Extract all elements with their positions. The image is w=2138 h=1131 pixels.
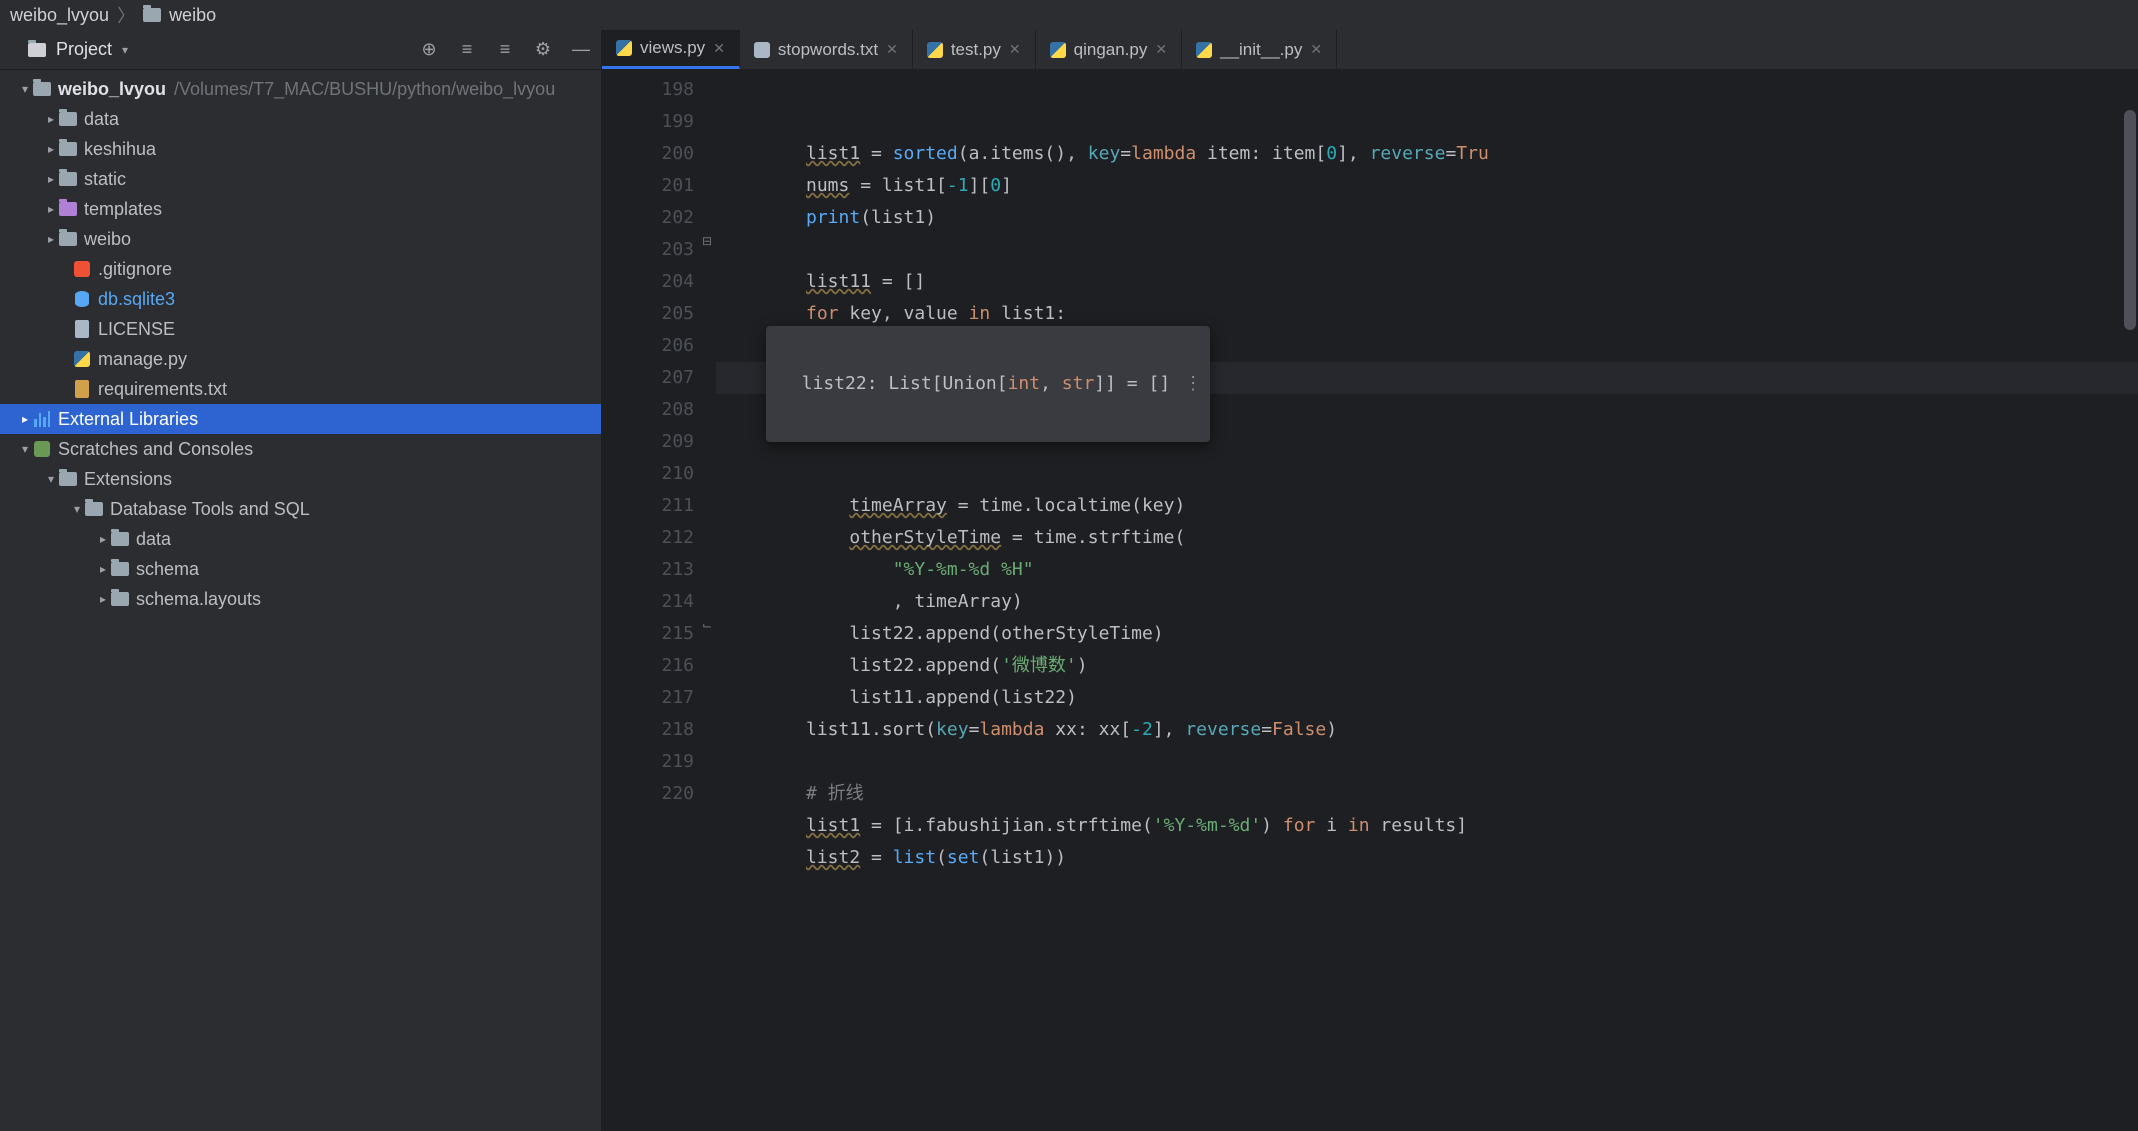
tab-qingan[interactable]: qingan.py✕ <box>1036 30 1182 69</box>
chevron-right-icon: 〉 <box>117 2 135 28</box>
breadcrumb-root[interactable]: weibo_lvyou <box>10 5 109 26</box>
project-sidebar: Project ▾ ⊕ ≡ ≡ ⚙ — weibo_lvyou /Volumes… <box>0 30 602 1131</box>
locate-icon[interactable]: ⊕ <box>419 40 439 60</box>
tree-folder-data[interactable]: data <box>0 104 601 134</box>
tab-test[interactable]: test.py✕ <box>913 30 1036 69</box>
expand-all-icon[interactable]: ≡ <box>457 40 477 60</box>
close-icon[interactable]: ✕ <box>1009 41 1021 58</box>
tab-init[interactable]: __init__.py✕ <box>1182 30 1337 69</box>
tree-root-path: /Volumes/T7_MAC/BUSHU/python/weibo_lvyou <box>174 74 555 104</box>
project-tool-header: Project ▾ ⊕ ≡ ≡ ⚙ — <box>0 30 601 70</box>
folder-icon <box>143 8 161 22</box>
line-gutter: 1981992002012022032042052062072082092102… <box>602 70 702 1131</box>
tree-file-manage[interactable]: manage.py <box>0 344 601 374</box>
tree-root[interactable]: weibo_lvyou /Volumes/T7_MAC/BUSHU/python… <box>0 74 601 104</box>
tree-file-license[interactable]: LICENSE <box>0 314 601 344</box>
text-icon <box>754 42 770 58</box>
python-icon <box>927 42 943 58</box>
tree-item[interactable]: data <box>0 524 601 554</box>
tree-folder-keshihua[interactable]: keshihua <box>0 134 601 164</box>
collapse-all-icon[interactable]: ≡ <box>495 40 515 60</box>
gear-icon[interactable]: ⚙ <box>533 40 553 60</box>
tab-views[interactable]: views.py✕ <box>602 30 740 69</box>
tree-item[interactable]: schema.layouts <box>0 584 601 614</box>
close-icon[interactable]: ✕ <box>1310 41 1322 58</box>
project-icon <box>28 43 46 57</box>
tree-folder-weibo[interactable]: weibo <box>0 224 601 254</box>
python-icon <box>1050 42 1066 58</box>
type-hint-tooltip: list22: List[Union[int, str]] = [] ⋮ <box>766 326 1210 442</box>
tree-external-libraries[interactable]: External Libraries <box>0 404 601 434</box>
code-editor[interactable]: 1981992002012022032042052062072082092102… <box>602 70 2138 1131</box>
vertical-scrollbar[interactable] <box>2124 110 2136 330</box>
fold-end-icon[interactable]: ⌙ <box>702 618 712 632</box>
tree-scratches[interactable]: Scratches and Consoles <box>0 434 601 464</box>
fold-strip[interactable]: ⊟ ⌙ <box>702 70 716 1131</box>
code-content[interactable]: list1 = sorted(a.items(), key=lambda ite… <box>716 70 2138 1131</box>
project-title[interactable]: Project <box>56 39 112 60</box>
tab-stopwords[interactable]: stopwords.txt✕ <box>740 30 913 69</box>
tree-folder-templates[interactable]: templates <box>0 194 601 224</box>
python-icon <box>1196 42 1212 58</box>
tree-root-name: weibo_lvyou <box>58 74 166 104</box>
tree-extensions[interactable]: Extensions <box>0 464 601 494</box>
tree-file-db[interactable]: db.sqlite3 <box>0 284 601 314</box>
tree-folder-static[interactable]: static <box>0 164 601 194</box>
breadcrumb: weibo_lvyou 〉 weibo <box>0 0 2138 30</box>
chevron-down-icon[interactable]: ▾ <box>122 43 128 57</box>
tree-item[interactable]: schema <box>0 554 601 584</box>
breadcrumb-current[interactable]: weibo <box>169 5 216 26</box>
close-icon[interactable]: ✕ <box>713 40 725 57</box>
tree-file-requirements[interactable]: requirements.txt <box>0 374 601 404</box>
python-icon <box>616 40 632 56</box>
fold-marker-icon[interactable]: ⊟ <box>702 234 712 248</box>
editor-panel: views.py✕ stopwords.txt✕ test.py✕ qingan… <box>602 30 2138 1131</box>
more-icon[interactable]: ⋮ <box>1184 368 1200 400</box>
editor-tabs: views.py✕ stopwords.txt✕ test.py✕ qingan… <box>602 30 2138 70</box>
tree-db-tools[interactable]: Database Tools and SQL <box>0 494 601 524</box>
hide-icon[interactable]: — <box>571 40 591 60</box>
project-tree[interactable]: weibo_lvyou /Volumes/T7_MAC/BUSHU/python… <box>0 70 601 614</box>
close-icon[interactable]: ✕ <box>886 41 898 58</box>
tree-file-gitignore[interactable]: .gitignore <box>0 254 601 284</box>
close-icon[interactable]: ✕ <box>1155 41 1167 58</box>
